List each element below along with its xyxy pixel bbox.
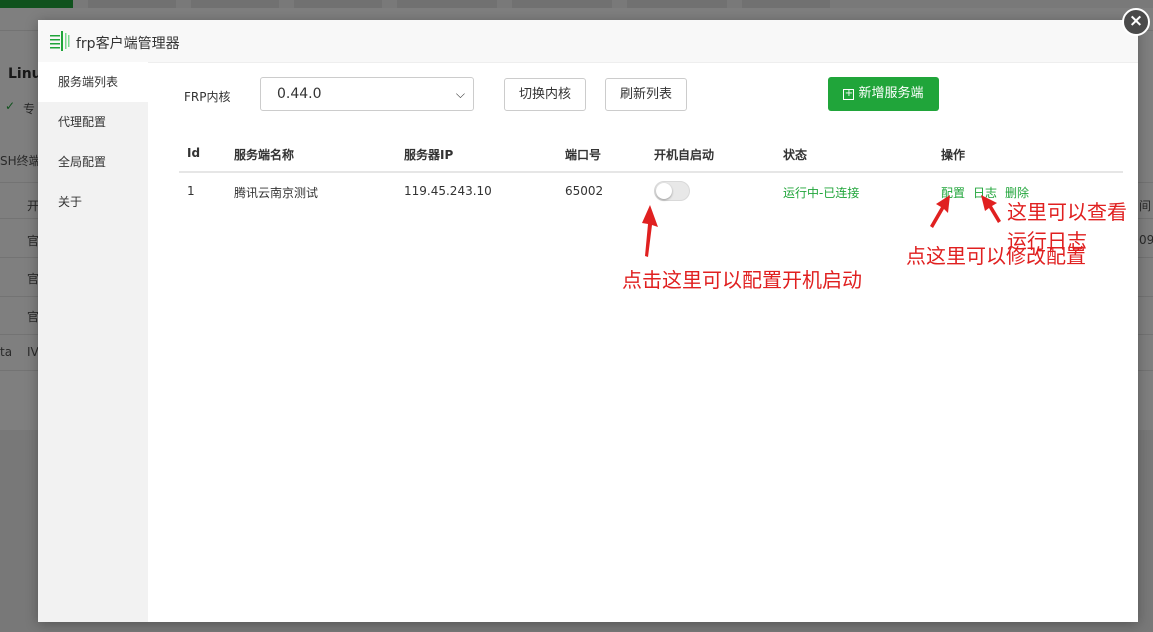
close-icon[interactable]: × [1122,8,1150,36]
annotation-log-hint-line2: 运行日志 [1007,229,1087,253]
core-version-value: 0.44.0 [277,86,322,102]
cell-id: 1 [187,184,195,198]
sidebar-item-global-config[interactable]: 全局配置 [38,142,148,182]
cell-port: 65002 [565,184,604,198]
column-header-name: 服务端名称 [234,148,295,162]
column-header-id: Id [187,146,201,160]
dialog-title: frp客户端管理器 [76,36,180,52]
cell-status: 运行中-已连接 [783,186,860,200]
core-version-select[interactable]: 0.44.0 ⌵ [260,77,474,111]
add-server-button[interactable]: + 新增服务端 [828,77,939,111]
core-label: FRP内核 [184,90,231,104]
sidebar-item-proxy-config[interactable]: 代理配置 [38,102,148,142]
switch-core-button[interactable]: 切换内核 [504,78,586,111]
toggle-knob [656,183,672,199]
annotation-arrow-icon [642,205,658,257]
column-header-status: 状态 [783,148,808,162]
cell-ip: 119.45.243.10 [404,184,492,198]
annotation-toggle-hint: 点击这里可以配置开机启动 [622,268,862,292]
frp-logo-icon [50,31,70,51]
sidebar-item-server-list[interactable]: 服务端列表 [38,62,148,102]
column-header-ip: 服务器IP [404,148,454,162]
annotation-arrow-icon [981,195,1001,223]
annotation-arrow-icon [930,195,950,228]
chevron-down-icon: ⌵ [455,87,465,101]
cell-name: 腾讯云南京测试 [234,186,319,200]
table-header-divider [179,171,1123,173]
add-server-label: 新增服务端 [858,86,924,101]
refresh-list-button[interactable]: 刷新列表 [605,78,687,111]
frp-manager-dialog: frp客户端管理器 服务端列表 代理配置 全局配置 关于 FRP内核 0.44.… [38,20,1138,622]
column-header-autostart: 开机自启动 [654,148,715,162]
dialog-header: frp客户端管理器 [38,20,1138,63]
annotation-log-hint-line1: 这里可以查看 [1007,200,1127,224]
dialog-sidebar: 服务端列表 代理配置 全局配置 关于 [38,62,148,622]
autostart-toggle[interactable] [654,181,690,201]
column-header-port: 端口号 [565,148,602,162]
sidebar-item-about[interactable]: 关于 [38,182,148,222]
plus-square-icon: + [843,88,855,100]
column-header-actions: 操作 [941,148,966,162]
